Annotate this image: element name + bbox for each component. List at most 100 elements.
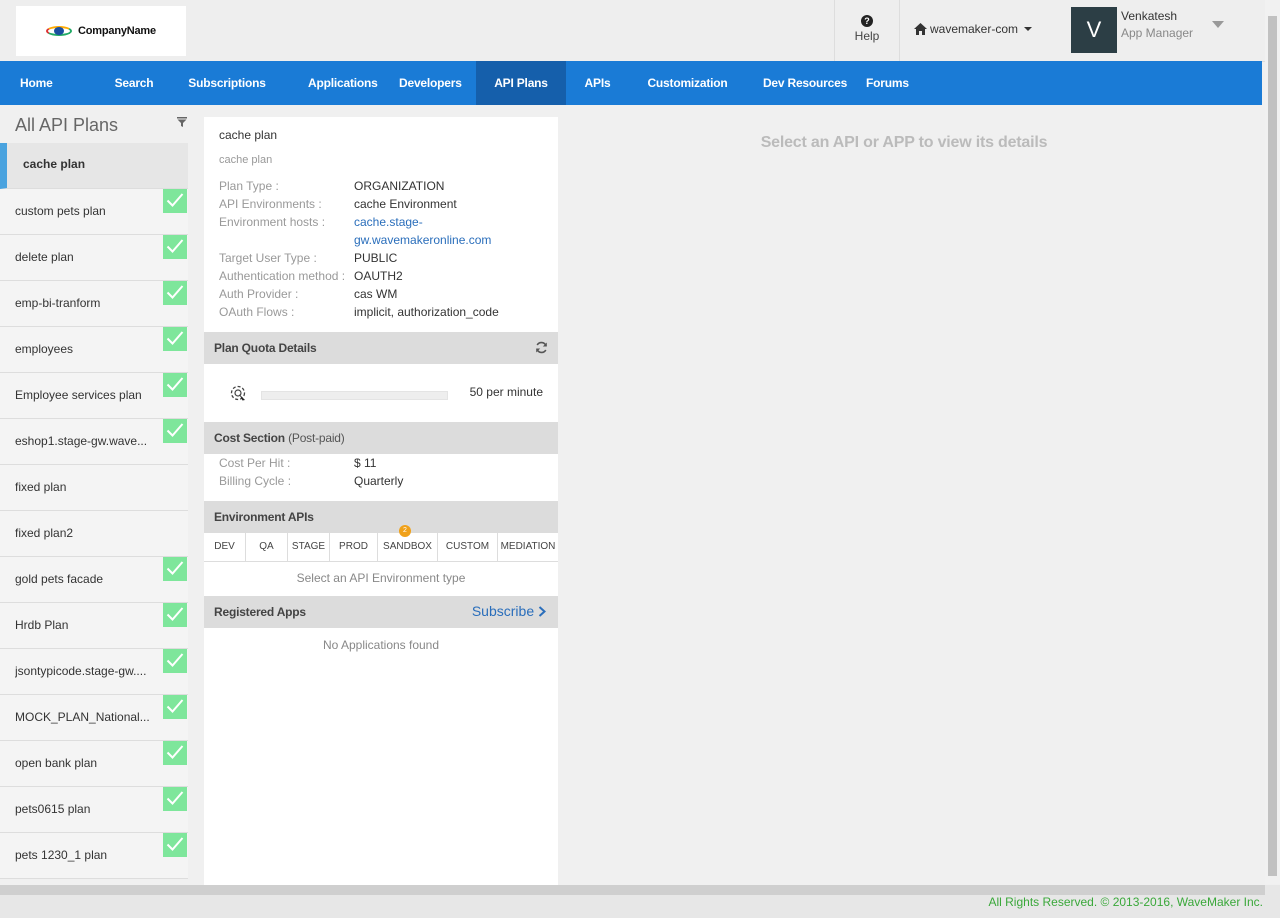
- filter-icon[interactable]: [177, 117, 187, 127]
- check-icon: [163, 787, 187, 811]
- plan-list-item[interactable]: cache plan: [0, 143, 188, 189]
- footer: All Rights Reserved. © 2013-2016, WaveMa…: [0, 885, 1280, 918]
- tab-qa[interactable]: QA: [246, 533, 288, 561]
- plan-label: pets 1230_1 plan: [15, 848, 108, 862]
- plan-list-item[interactable]: jsontypicode.stage-gw....: [0, 649, 188, 695]
- plan-list-item[interactable]: fixed plan: [0, 465, 188, 511]
- check-icon: [163, 741, 187, 765]
- nav-dev-resources[interactable]: Dev Resources: [746, 61, 864, 105]
- plan-label: jsontypicode.stage-gw....: [15, 664, 147, 678]
- field-value: Quarterly: [354, 474, 404, 488]
- field-value: cache Environment: [354, 197, 457, 211]
- quota-rate: 50 per minute: [469, 385, 543, 399]
- check-icon: [163, 373, 187, 397]
- nav-home[interactable]: Home: [0, 61, 104, 105]
- plan-list-item[interactable]: employees: [0, 327, 188, 373]
- field-value: ORGANIZATION: [354, 179, 445, 193]
- user-name: Venkatesh: [1121, 9, 1178, 23]
- plan-list-item[interactable]: open bank plan: [0, 741, 188, 787]
- scrollbar-thumb[interactable]: [1268, 16, 1277, 876]
- refresh-icon[interactable]: [535, 341, 548, 354]
- nav-forums[interactable]: Forums: [864, 61, 944, 105]
- nav-api-plans[interactable]: API Plans: [476, 61, 566, 105]
- tab-sandbox[interactable]: 2 SANDBOX: [378, 525, 438, 561]
- tab-mediation[interactable]: MEDIATION: [498, 533, 558, 561]
- rate-limit-icon: [230, 385, 246, 401]
- check-icon: [163, 649, 187, 673]
- plan-label: pets0615 plan: [15, 802, 91, 816]
- plan-list-item[interactable]: gold pets facade: [0, 557, 188, 603]
- tab-dev[interactable]: DEV: [204, 533, 246, 561]
- env-apis-section-title: Environment APIs: [214, 510, 314, 524]
- plan-label: MOCK_PLAN_National...: [15, 710, 150, 724]
- plan-list-item[interactable]: fixed plan2: [0, 511, 188, 557]
- cost-subtitle: (Post-paid): [288, 431, 345, 445]
- plan-list-item[interactable]: Employee services plan: [0, 373, 188, 419]
- check-icon: [163, 189, 187, 213]
- plan-label: Hrdb Plan: [15, 618, 69, 632]
- plan-list-item[interactable]: pets0615 plan: [0, 787, 188, 833]
- environment-tabs: DEV QA STAGE PROD 2 SANDBOX CUSTOM MEDIA…: [204, 525, 558, 562]
- field-key: OAuth Flows :: [219, 305, 295, 319]
- subscribe-label: Subscribe: [471, 603, 535, 619]
- sidebar-title-text: All API Plans: [15, 115, 119, 135]
- plan-title: cache plan: [219, 128, 278, 142]
- quota-section-header: Plan Quota Details: [204, 332, 558, 364]
- check-icon: [163, 281, 187, 305]
- sandbox-count-badge: 2: [399, 525, 411, 537]
- check-icon: [163, 695, 187, 719]
- field-key: Cost Per Hit :: [219, 456, 291, 470]
- check-icon: [163, 557, 187, 581]
- field-value: $ 11: [354, 456, 377, 470]
- user-role: App Manager: [1121, 26, 1194, 40]
- home-icon: [914, 23, 927, 35]
- cost-section-header: Cost Section (Post-paid): [204, 422, 558, 454]
- field-value: implicit, authorization_code: [354, 305, 499, 319]
- plan-subtitle: cache plan: [219, 154, 273, 166]
- tab-stage[interactable]: STAGE: [288, 533, 330, 561]
- plan-list-item[interactable]: MOCK_PLAN_National...: [0, 695, 188, 741]
- field-key: API Environments :: [219, 197, 322, 211]
- plan-label: fixed plan2: [15, 526, 74, 540]
- plan-list-item[interactable]: emp-bi-tranform: [0, 281, 188, 327]
- tenant-dropdown[interactable]: wavemaker-com: [914, 22, 1033, 36]
- environment-host-link-cont[interactable]: gw.wavemakeronline.com: [354, 233, 491, 247]
- env-empty-message: Select an API Environment type: [296, 571, 466, 585]
- help-label: Help: [854, 29, 880, 43]
- tenant-label: wavemaker-com: [930, 22, 1019, 36]
- company-logo[interactable]: CompanyName: [16, 6, 186, 56]
- plan-list-item[interactable]: custom pets plan: [0, 189, 188, 235]
- check-icon: [163, 419, 187, 443]
- nav-subscriptions[interactable]: Subscriptions: [164, 61, 290, 105]
- plan-label: cache plan: [23, 157, 86, 171]
- plans-sidebar: All API Plans cache plan custom pets plan…: [0, 105, 188, 885]
- nav-customization[interactable]: Customization: [629, 61, 746, 105]
- tab-prod[interactable]: PROD: [330, 533, 378, 561]
- plan-list-item[interactable]: pets 1230_1 plan: [0, 833, 188, 879]
- nav-apis[interactable]: APIs: [566, 61, 629, 105]
- subscribe-link[interactable]: Subscribe: [472, 603, 546, 619]
- copyright-text: All Rights Reserved. © 2013-2016, WaveMa…: [988, 895, 1263, 909]
- logo-icon: [46, 24, 74, 38]
- avatar[interactable]: V: [1071, 7, 1117, 53]
- plan-list-item[interactable]: eshop1.stage-gw.wave...: [0, 419, 188, 465]
- plan-list-item[interactable]: delete plan: [0, 235, 188, 281]
- field-key: Target User Type :: [219, 251, 317, 265]
- help-button[interactable]: ? Help: [834, 0, 900, 61]
- plan-label: fixed plan: [15, 480, 67, 494]
- environment-host-link[interactable]: cache.stage-: [354, 215, 423, 229]
- field-key: Authentication method :: [219, 269, 346, 283]
- nav-search[interactable]: Search: [104, 61, 164, 105]
- plan-list-item[interactable]: Hrdb Plan: [0, 603, 188, 649]
- sidebar-title: All API Plans: [0, 105, 188, 143]
- field-value: PUBLIC: [354, 251, 398, 265]
- field-value: cas WM: [354, 287, 398, 301]
- nav-applications[interactable]: Applications: [290, 61, 379, 105]
- horizontal-scrollbar[interactable]: [0, 885, 1265, 895]
- vertical-scrollbar[interactable]: [1265, 0, 1280, 884]
- user-menu-chevron-icon[interactable]: [1212, 21, 1224, 28]
- plan-label: gold pets facade: [15, 572, 104, 586]
- tab-custom[interactable]: CUSTOM: [438, 533, 498, 561]
- nav-developers[interactable]: Developers: [379, 61, 476, 105]
- field-key: Auth Provider :: [219, 287, 299, 301]
